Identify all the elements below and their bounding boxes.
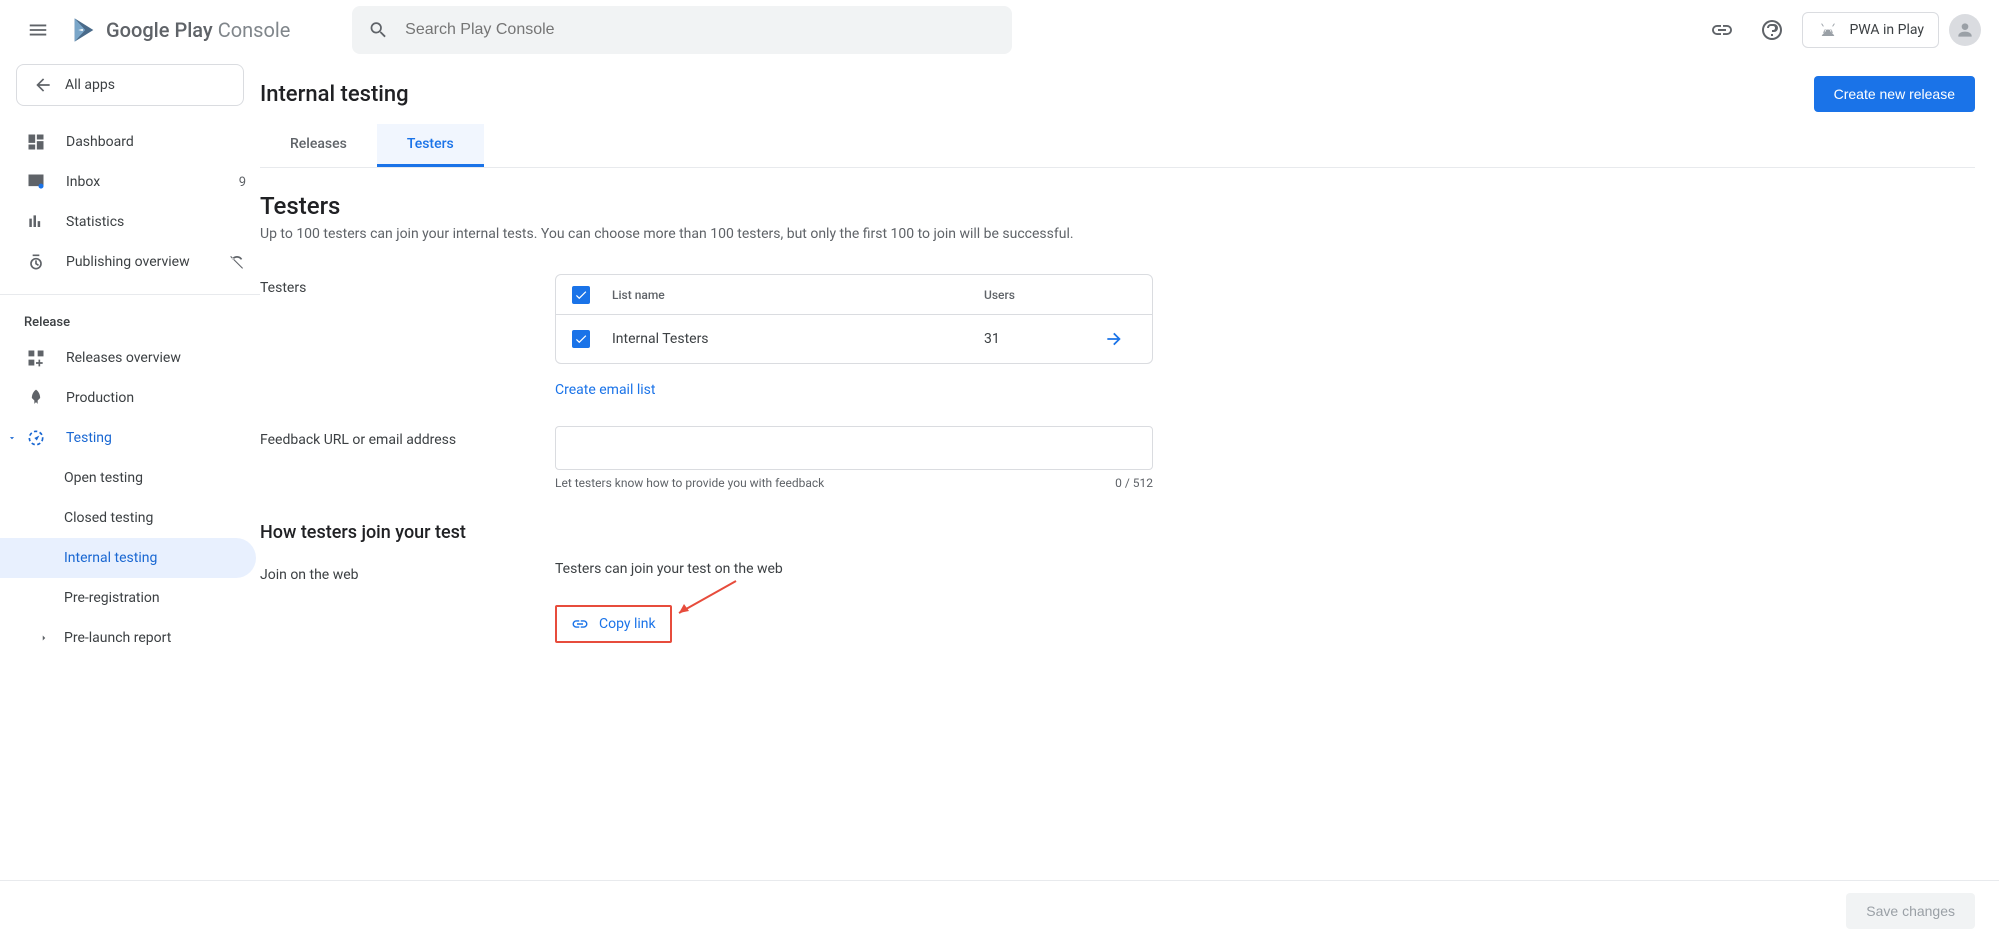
link-button[interactable] — [1702, 10, 1742, 50]
clock-icon — [24, 250, 48, 274]
logo[interactable]: Google Play Console — [70, 16, 290, 44]
sidebar-item-inbox[interactable]: Inbox 9 — [0, 162, 260, 202]
checkmark-icon — [574, 332, 588, 346]
feedback-input[interactable] — [555, 426, 1153, 470]
sidebar-item-statistics[interactable]: Statistics — [0, 202, 260, 242]
arrow-right-icon — [1104, 329, 1124, 349]
feedback-field-label: Feedback URL or email address — [260, 426, 555, 448]
testers-field-label: Testers — [260, 274, 555, 296]
sidebar-item-open-testing[interactable]: Open testing — [0, 458, 260, 498]
section-help: Up to 100 testers can join your internal… — [260, 226, 1476, 242]
bar-chart-icon — [24, 210, 48, 234]
rocket-icon — [24, 386, 48, 410]
row-users: 31 — [984, 331, 1104, 347]
create-release-button[interactable]: Create new release — [1814, 76, 1975, 112]
main-content: Internal testing Create new release Rele… — [260, 60, 1999, 743]
app-selector-label: PWA in Play — [1849, 22, 1924, 38]
search-input[interactable] — [403, 20, 996, 40]
select-all-checkbox[interactable] — [572, 286, 590, 304]
chevron-right-icon — [38, 632, 50, 644]
section-title: Testers — [260, 192, 1476, 220]
help-icon — [1760, 18, 1784, 42]
person-icon — [1955, 20, 1975, 40]
search-icon — [368, 19, 389, 41]
create-email-list-link[interactable]: Create email list — [555, 382, 655, 398]
table-row: Internal Testers 31 — [556, 315, 1152, 363]
android-icon — [1817, 19, 1839, 41]
sidebar-item-production[interactable]: Production — [0, 378, 260, 418]
chevron-down-icon — [6, 432, 18, 444]
link-icon — [571, 615, 589, 633]
logo-text-a: Google Play — [106, 18, 213, 42]
sidebar-item-closed-testing[interactable]: Closed testing — [0, 498, 260, 538]
feedback-counter: 0 / 512 — [1115, 476, 1153, 490]
col-list-name: List name — [612, 288, 984, 302]
sidebar-item-testing[interactable]: Testing — [0, 418, 260, 458]
account-avatar[interactable] — [1949, 14, 1981, 46]
feedback-hint: Let testers know how to provide you with… — [555, 476, 824, 490]
link-icon — [1710, 18, 1734, 42]
help-button[interactable] — [1752, 10, 1792, 50]
app-selector[interactable]: PWA in Play — [1802, 12, 1939, 48]
sidebar-item-dashboard[interactable]: Dashboard — [0, 122, 260, 162]
hamburger-icon — [27, 19, 49, 41]
dashboard-icon — [24, 130, 48, 154]
sidebar-item-publishing[interactable]: Publishing overview — [0, 242, 260, 282]
row-list-name: Internal Testers — [612, 331, 984, 347]
sidebar: All apps Dashboard Inbox 9 Statistics Pu… — [0, 60, 260, 743]
grid-plus-icon — [24, 346, 48, 370]
join-heading: How testers join your test — [260, 522, 1476, 543]
copy-link-label: Copy link — [599, 616, 656, 632]
col-users: Users — [984, 288, 1104, 302]
page-title: Internal testing — [260, 82, 409, 107]
join-row-text: Testers can join your test on the web — [555, 561, 1153, 577]
join-row-label: Join on the web — [260, 561, 555, 583]
checkmark-icon — [574, 288, 588, 302]
testers-table: List name Users Internal Testers 3 — [555, 274, 1153, 364]
inbox-badge: 9 — [239, 175, 246, 190]
search-box[interactable] — [352, 6, 1012, 54]
tab-releases[interactable]: Releases — [260, 124, 377, 167]
sync-off-icon — [228, 253, 246, 271]
save-changes-button[interactable]: Save changes — [1846, 893, 1975, 929]
inbox-icon — [24, 170, 48, 194]
sidebar-item-pre-registration[interactable]: Pre-registration — [0, 578, 260, 618]
target-icon — [24, 426, 48, 450]
sidebar-heading-release: Release — [0, 307, 260, 338]
tab-testers[interactable]: Testers — [377, 124, 484, 167]
logo-text-b: Console — [218, 18, 291, 42]
sidebar-item-internal-testing[interactable]: Internal testing — [0, 538, 256, 578]
all-apps-button[interactable]: All apps — [16, 64, 244, 106]
row-open-button[interactable] — [1104, 329, 1136, 349]
annotation-arrow-icon — [671, 579, 741, 619]
save-bar: Save changes — [0, 880, 1999, 940]
sidebar-item-pre-launch-report[interactable]: Pre-launch report — [0, 618, 260, 658]
arrow-left-icon — [33, 75, 53, 95]
play-store-icon — [70, 16, 98, 44]
all-apps-label: All apps — [65, 77, 115, 93]
sidebar-item-releases-overview[interactable]: Releases overview — [0, 338, 260, 378]
menu-button[interactable] — [18, 10, 58, 50]
copy-link-button[interactable]: Copy link — [555, 605, 672, 643]
row-checkbox[interactable] — [572, 330, 590, 348]
tabs: Releases Testers — [260, 124, 1975, 168]
